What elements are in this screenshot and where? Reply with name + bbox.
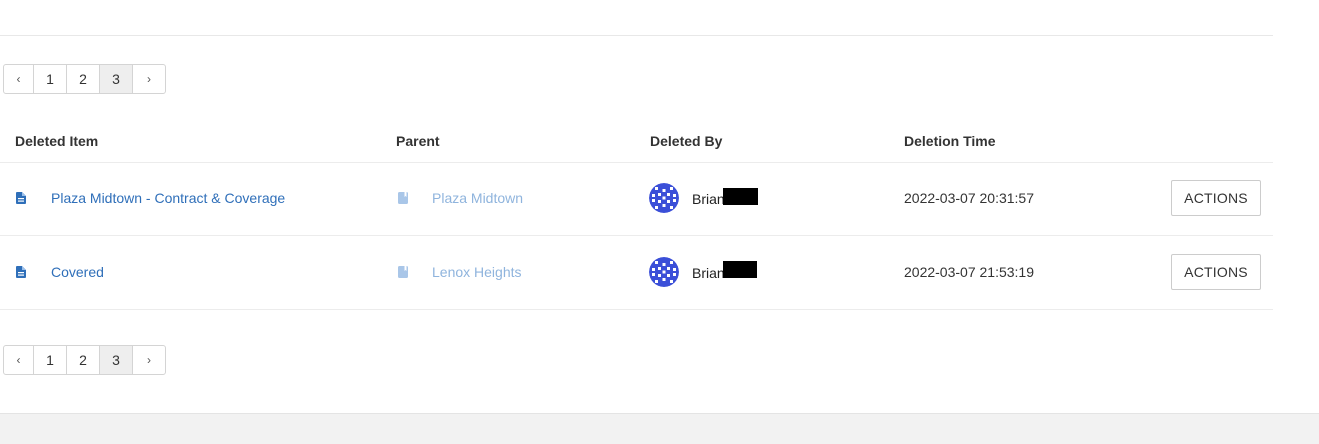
deletion-time: 2022-03-07 20:31:57 [904,190,1034,206]
table-header: Deleted Item Parent Deleted By Deletion … [0,120,1273,163]
deleted-by-user: Brian [692,265,725,281]
document-icon [16,266,26,278]
pagination-page-3[interactable]: 3 [99,346,132,374]
avatar [649,257,679,287]
pagination-page-2[interactable]: 2 [66,346,99,374]
pagination-page-1[interactable]: 1 [33,65,66,93]
redacted-box [723,261,757,278]
avatar [649,183,679,213]
book-icon [398,192,408,204]
pagination-page-1[interactable]: 1 [33,346,66,374]
redacted-box [723,188,758,205]
deleted-item-link[interactable]: Plaza Midtown - Contract & Coverage [51,190,285,206]
column-header-deleted-item[interactable]: Deleted Item [15,133,98,149]
book-icon [398,266,408,278]
page: ‹ 1 2 3 › Deleted Item Parent Deleted By… [0,0,1319,444]
pagination-bottom: ‹ 1 2 3 › [3,345,166,375]
pagination-next-button[interactable]: › [132,346,165,374]
parent-link[interactable]: Plaza Midtown [432,190,523,206]
table-row: Plaza Midtown - Contract & Coverage Plaz… [0,162,1273,236]
deleted-item-link[interactable]: Covered [51,264,104,280]
pagination-top: ‹ 1 2 3 › [3,64,166,94]
document-icon [16,192,26,204]
deletion-time: 2022-03-07 21:53:19 [904,264,1034,280]
pagination-prev-button[interactable]: ‹ [4,65,33,93]
pagination-prev-button[interactable]: ‹ [4,346,33,374]
table-row: Covered Lenox Heights Brian 2022-03-07 2… [0,236,1273,310]
column-header-parent[interactable]: Parent [396,133,440,149]
pagination-next-button[interactable]: › [132,65,165,93]
column-header-deleted-by[interactable]: Deleted By [650,133,722,149]
actions-button[interactable]: ACTIONS [1171,180,1261,216]
column-header-deletion-time[interactable]: Deletion Time [904,133,996,149]
actions-button[interactable]: ACTIONS [1171,254,1261,290]
pagination-page-2[interactable]: 2 [66,65,99,93]
parent-link[interactable]: Lenox Heights [432,264,522,280]
top-divider [0,35,1273,36]
pagination-page-3[interactable]: 3 [99,65,132,93]
deleted-by-user: Brian [692,191,725,207]
footer-band [0,413,1319,444]
